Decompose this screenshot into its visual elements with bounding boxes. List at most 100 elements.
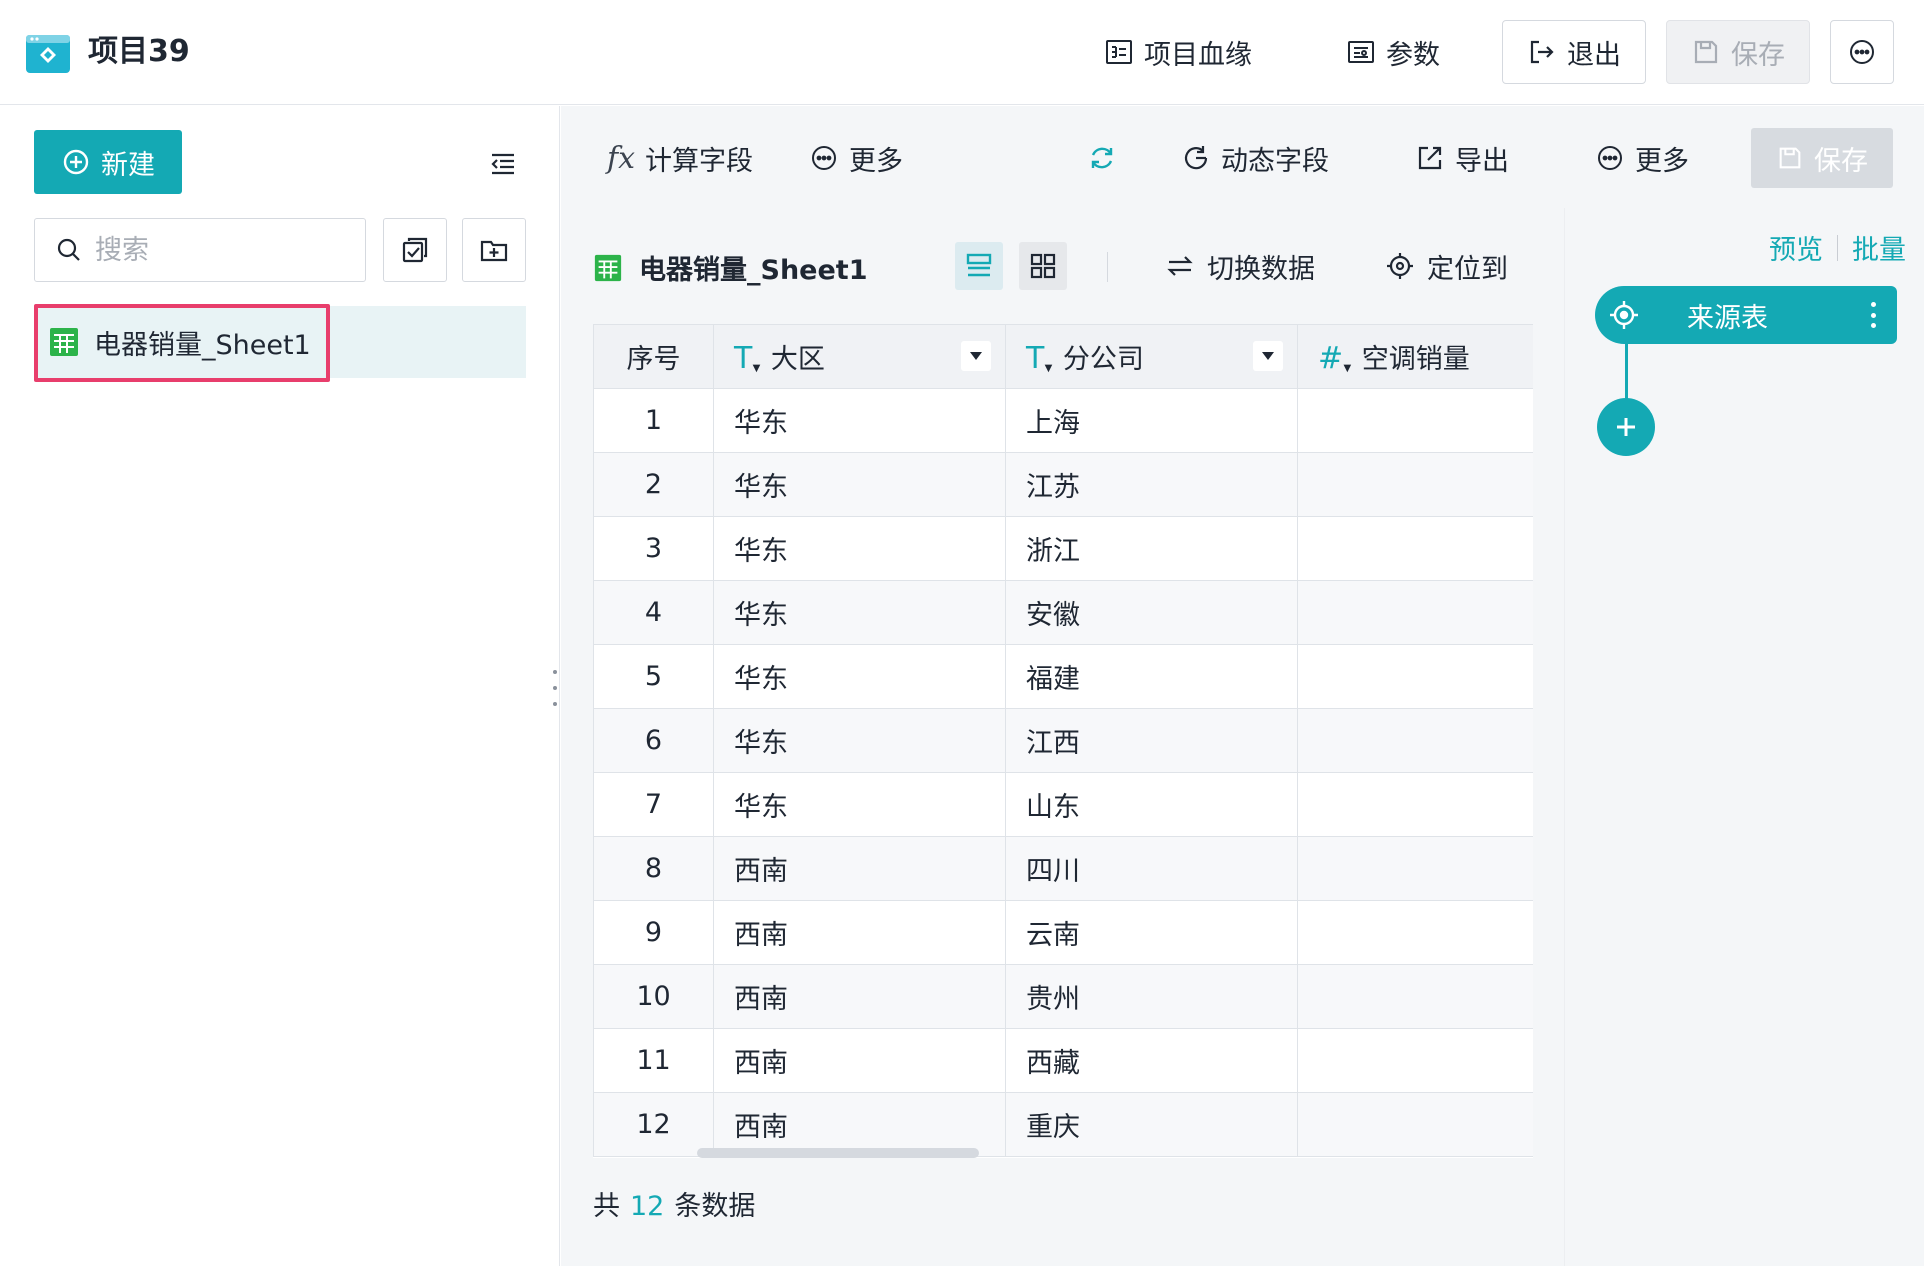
cell-index: 11 [593, 1028, 714, 1093]
toolbar-save-button[interactable]: 保存 [1751, 128, 1893, 188]
locate-icon [1387, 253, 1413, 279]
cell-ac-sales: 3,7 [1297, 452, 1533, 517]
column-header-label: 分公司 [1062, 344, 1144, 375]
tree-item-sheet[interactable]: 电器销量_Sheet1 [34, 306, 526, 378]
refresh-button[interactable] [1087, 134, 1117, 182]
node-connector [1625, 344, 1628, 404]
new-folder-button[interactable] [462, 218, 526, 282]
table-row[interactable]: 6华东江西9 [593, 708, 1533, 773]
new-button[interactable]: 新建 [34, 130, 182, 194]
data-preview: 电器销量_Sheet1 切换数据 定位到 序号 T ▼ 大区 T ▼ 分公司 #… [561, 208, 1563, 1266]
cell-branch: 安徽 [1005, 580, 1298, 645]
cell-region: 西南 [713, 836, 1006, 901]
table-row[interactable]: 2华东江苏3,7 [593, 452, 1533, 517]
column-header-ac-sales[interactable]: # ▼ 空调销量 [1297, 324, 1533, 389]
cell-branch: 山东 [1005, 772, 1298, 837]
cell-ac-sales: 4,7 [1297, 388, 1533, 453]
sheet-title-label: 电器销量_Sheet1 [639, 255, 868, 286]
cell-index: 6 [593, 708, 714, 773]
cell-index: 8 [593, 836, 714, 901]
text-type-icon: T ▼ [734, 341, 761, 376]
more-left-button[interactable]: 更多 [809, 134, 903, 182]
cell-ac-sales: 4 [1297, 1028, 1533, 1093]
cell-branch: 江西 [1005, 708, 1298, 773]
table-view-button[interactable] [955, 242, 1003, 290]
preview-link[interactable]: 预览 [1769, 228, 1823, 267]
table-row[interactable]: 1华东上海4,7 [593, 388, 1533, 453]
column-dropdown-button[interactable] [961, 341, 991, 371]
table-row[interactable]: 4华东安徽3,6 [593, 580, 1533, 645]
export-icon [1418, 146, 1442, 170]
more-left-label: 更多 [849, 145, 903, 177]
sheet-title: 电器销量_Sheet1 [593, 248, 868, 287]
grid-view-button[interactable] [1019, 242, 1067, 290]
cell-index: 3 [593, 516, 714, 581]
source-table-node[interactable]: 来源表 [1595, 286, 1897, 344]
main-area: fx 计算字段 更多 动态字段 导出 更多 保存 电器销量_Sheet1 切换数… [561, 106, 1924, 1266]
cell-index: 2 [593, 452, 714, 517]
lineage-label: 项目血缘 [1144, 39, 1252, 71]
cell-region: 华东 [713, 644, 1006, 709]
table-row[interactable]: 10西南贵州6 [593, 964, 1533, 1029]
table-row[interactable]: 9西南云南1,2 [593, 900, 1533, 965]
column-header-branch[interactable]: T ▼ 分公司 [1005, 324, 1298, 389]
cell-region: 华东 [713, 516, 1006, 581]
exit-button[interactable]: 退出 [1502, 20, 1646, 84]
multi-select-button[interactable] [383, 218, 447, 282]
search-input[interactable] [95, 234, 335, 266]
sheet-table-icon [50, 328, 78, 356]
cell-index: 5 [593, 644, 714, 709]
header-save-button[interactable]: 保存 [1666, 20, 1810, 84]
table-row[interactable]: 8西南四川1,6 [593, 836, 1533, 901]
add-node-button[interactable] [1597, 398, 1655, 456]
search-box[interactable] [34, 218, 366, 282]
collapse-menu-icon[interactable] [488, 148, 518, 178]
tree-item-label: 电器销量_Sheet1 [94, 329, 311, 361]
header-more-button[interactable] [1830, 20, 1894, 84]
divider [1837, 234, 1838, 261]
cell-ac-sales: 1,1 [1297, 644, 1533, 709]
dynamic-field-button[interactable]: 动态字段 [1181, 134, 1329, 182]
lineage-button[interactable]: 项目血缘 [1104, 28, 1252, 76]
row-count-number: 12 [630, 1191, 665, 1222]
app-logo-icon [26, 35, 70, 73]
refresh-icon [1091, 147, 1113, 169]
horizontal-scrollbar[interactable] [697, 1148, 979, 1158]
node-menu-icon[interactable] [1863, 298, 1883, 332]
table-row[interactable]: 7华东山东2,4 [593, 772, 1533, 837]
table-row[interactable]: 3华东浙江2,8 [593, 516, 1533, 581]
search-icon [57, 238, 80, 261]
new-folder-icon [480, 240, 508, 262]
table-row[interactable]: 11西南西藏4 [593, 1028, 1533, 1093]
chevron-down-icon [1262, 352, 1274, 360]
chevron-down-icon [970, 352, 982, 360]
more-circle-icon [1850, 40, 1874, 64]
switch-data-button[interactable]: 切换数据 [1165, 242, 1315, 290]
save-icon [1694, 40, 1718, 64]
column-header-label: 序号 [626, 344, 681, 375]
cell-branch: 四川 [1005, 836, 1298, 901]
batch-link[interactable]: 批量 [1852, 228, 1906, 267]
column-header-index: 序号 [593, 324, 714, 389]
number-type-icon: # ▼ [1318, 341, 1352, 376]
table-row[interactable]: 5华东福建1,1 [593, 644, 1533, 709]
calc-field-label: 计算字段 [645, 145, 754, 177]
sheet-table-icon [594, 254, 622, 281]
plus-icon [1617, 418, 1635, 436]
export-button[interactable]: 导出 [1415, 134, 1509, 182]
cell-index: 4 [593, 580, 714, 645]
export-label: 导出 [1455, 145, 1509, 177]
table-row[interactable]: 12西南重庆3,4 [593, 1092, 1533, 1157]
params-button[interactable]: 参数 [1346, 28, 1440, 76]
locate-button[interactable]: 定位到 [1385, 242, 1508, 290]
more-right-button[interactable]: 更多 [1595, 134, 1689, 182]
cell-ac-sales: 2,8 [1297, 516, 1533, 581]
panel-resize-handle[interactable] [552, 670, 558, 706]
calc-field-button[interactable]: fx 计算字段 [607, 134, 753, 182]
column-header-region[interactable]: T ▼ 大区 [713, 324, 1006, 389]
text-type-icon: T ▼ [1026, 341, 1053, 376]
data-table-wrapper[interactable]: 序号 T ▼ 大区 T ▼ 分公司 # ▼ 空调销量 1 华东 上海 2 华东 … [593, 324, 1533, 1158]
column-dropdown-button[interactable] [1253, 341, 1283, 371]
app-title: 项目39 [88, 34, 190, 69]
locate-label: 定位到 [1427, 253, 1508, 285]
